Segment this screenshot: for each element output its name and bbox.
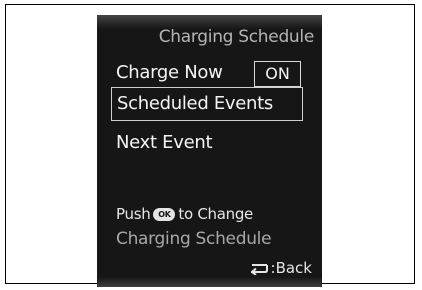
hint-line-1: Push OK to Change <box>116 205 253 223</box>
menu-item-charge-now[interactable]: Charge Now <box>116 62 223 83</box>
menu-item-scheduled-events[interactable]: Scheduled Events <box>111 87 303 121</box>
back-label: :Back <box>270 259 312 277</box>
screen-title: Charging Schedule <box>158 27 315 47</box>
hint-prefix: Push <box>116 205 151 223</box>
charge-now-toggle[interactable]: ON <box>254 61 301 87</box>
hint-suffix: to Change <box>178 205 253 223</box>
return-arrow-icon <box>250 264 268 275</box>
menu-item-next-event[interactable]: Next Event <box>116 132 213 153</box>
ok-button-icon: OK <box>153 207 176 221</box>
screen-bottom-glow <box>97 277 322 287</box>
back-button[interactable]: :Back <box>247 259 312 277</box>
hint-line-2: Charging Schedule <box>116 229 272 249</box>
display-screen: Charging Schedule Charge Now ON Schedule… <box>97 15 322 287</box>
